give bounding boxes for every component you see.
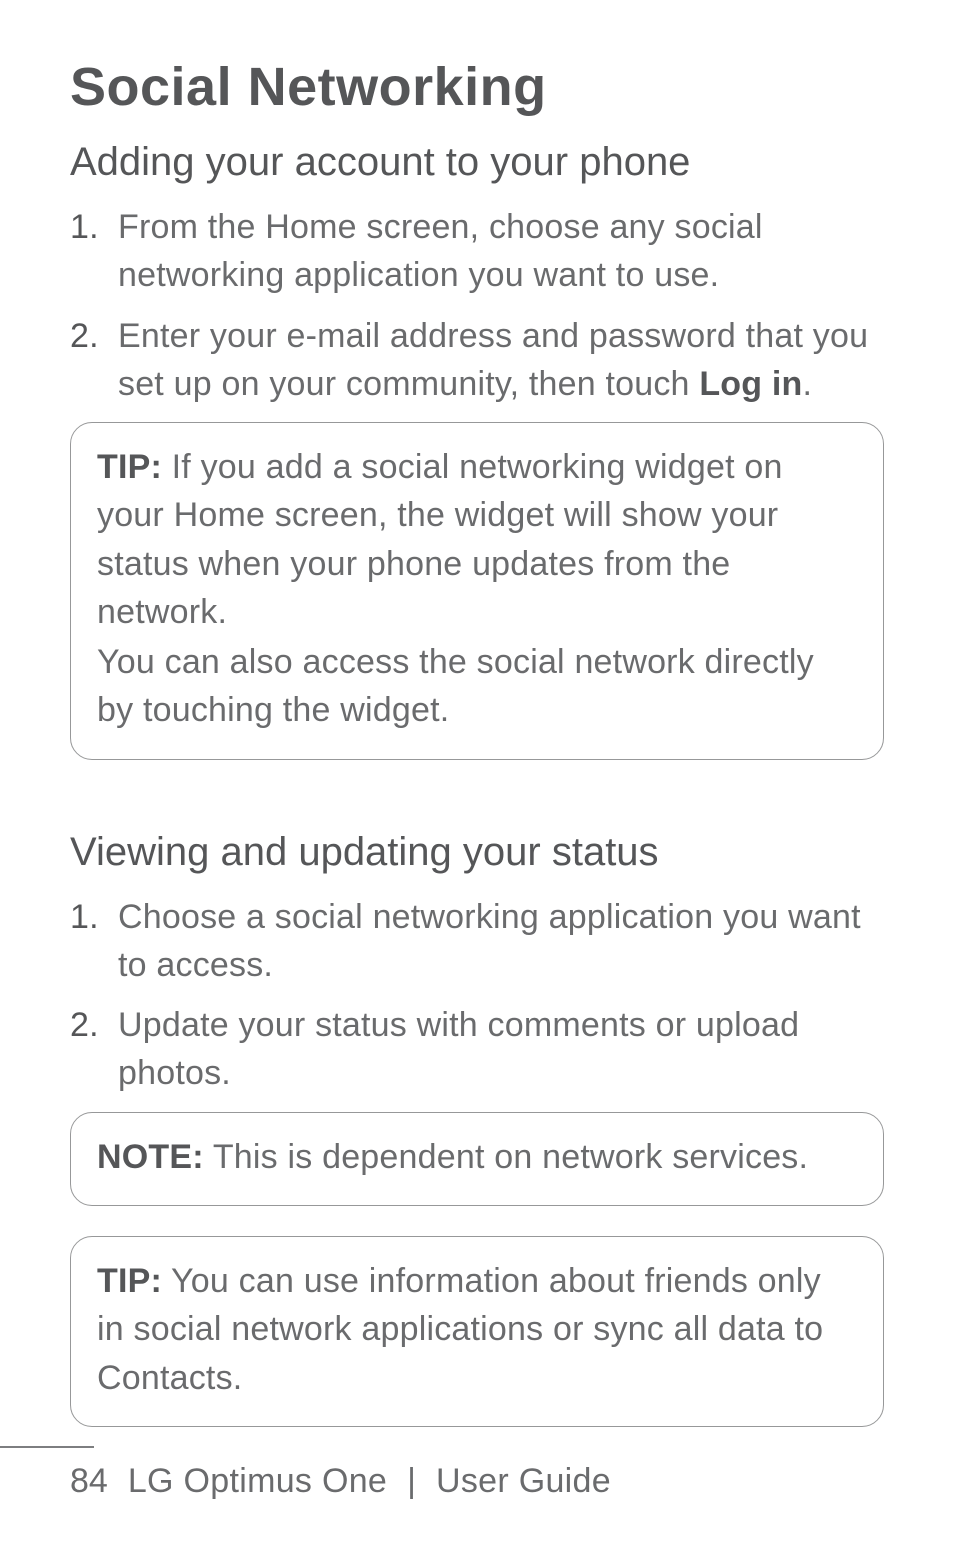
footer-separator: | <box>407 1462 416 1501</box>
document-page: Social Networking Adding your account to… <box>0 0 954 1557</box>
chapter-heading: Social Networking <box>70 56 884 118</box>
footer-line: 84 LG Optimus One | User Guide <box>0 1462 954 1501</box>
list-item: 2. Enter your e-mail address and passwor… <box>70 312 884 409</box>
steps-list-viewing-status: 1. Choose a social networking applicatio… <box>70 893 884 1098</box>
tip-text: If you add a social networking widget on… <box>97 448 783 631</box>
step-text: From the Home screen, choose any social … <box>118 208 763 294</box>
list-item: 1. Choose a social networking applicatio… <box>70 893 884 990</box>
footer-doc-title: LG Optimus One <box>128 1462 387 1501</box>
step-number: 2. <box>70 1001 99 1049</box>
list-item: 2. Update your status with comments or u… <box>70 1001 884 1098</box>
step-bold-login: Log in <box>699 365 802 403</box>
page-footer: 84 LG Optimus One | User Guide <box>0 1446 954 1501</box>
tip-text: You can use information about friends on… <box>97 1262 823 1397</box>
note-text: This is dependent on network services. <box>204 1138 808 1176</box>
step-text: Choose a social networking application y… <box>118 898 861 984</box>
section-heading-adding-account: Adding your account to your phone <box>70 140 884 185</box>
step-number: 2. <box>70 312 99 360</box>
note-callout-network: NOTE: This is dependent on network servi… <box>70 1112 884 1206</box>
tip-label: TIP: <box>97 448 162 486</box>
step-text-suffix: . <box>802 365 812 403</box>
footer-doc-sub: User Guide <box>436 1462 611 1501</box>
tip-label: TIP: <box>97 1262 162 1300</box>
note-label: NOTE: <box>97 1138 204 1176</box>
tip-text-line2: You can also access the social network d… <box>97 638 857 735</box>
section-heading-viewing-status: Viewing and updating your status <box>70 830 884 875</box>
section-gap <box>70 790 884 830</box>
step-number: 1. <box>70 203 99 251</box>
tip-callout-widget: TIP: If you add a social networking widg… <box>70 422 884 760</box>
step-text: Update your status with comments or uplo… <box>118 1006 799 1092</box>
list-item: 1. From the Home screen, choose any soci… <box>70 203 884 300</box>
tip-callout-contacts: TIP: You can use information about frien… <box>70 1236 884 1427</box>
page-number: 84 <box>70 1462 108 1501</box>
footer-rule <box>0 1446 94 1448</box>
steps-list-adding-account: 1. From the Home screen, choose any soci… <box>70 203 884 408</box>
step-number: 1. <box>70 893 99 941</box>
